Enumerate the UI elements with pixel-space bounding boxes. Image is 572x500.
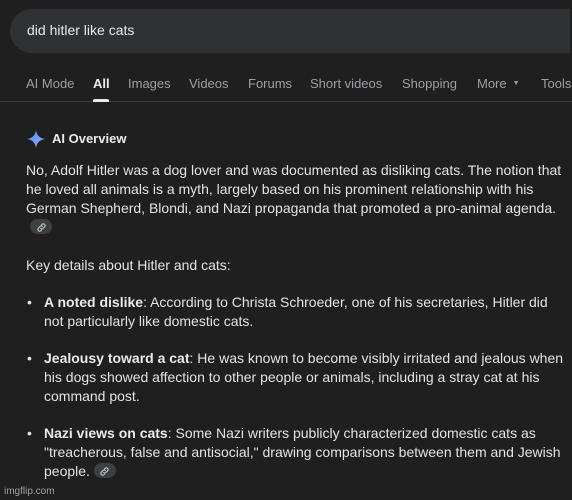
active-tab-indicator	[93, 99, 109, 102]
ai-overview-content: No, Adolf Hitler was a dog lover and was…	[26, 161, 566, 499]
list-item: • Jealousy toward a cat: He was known to …	[26, 349, 566, 406]
tab-short-videos[interactable]: Short videos	[310, 76, 382, 91]
search-tabs: AI Mode All Images Videos Forums Short v…	[0, 64, 572, 102]
bullet-dot: •	[27, 294, 32, 310]
key-details-list: • A noted dislike: According to Christa S…	[26, 293, 566, 481]
tab-videos[interactable]: Videos	[189, 76, 229, 91]
gemini-sparkle-icon	[26, 129, 46, 149]
tab-shopping[interactable]: Shopping	[402, 76, 457, 91]
summary-text: No, Adolf Hitler was a dog lover and was…	[26, 162, 562, 216]
tab-more[interactable]: More ▼	[477, 76, 520, 91]
tab-images[interactable]: Images	[128, 76, 171, 91]
source-link-chip[interactable]	[30, 218, 52, 234]
search-bar[interactable]: did hitler like cats	[10, 9, 570, 53]
list-item-heading: Nazi views on cats	[44, 425, 168, 441]
list-item: • A noted dislike: According to Christa S…	[26, 293, 566, 331]
list-item-heading: A noted dislike	[44, 294, 144, 310]
list-item-heading: Jealousy toward a cat	[44, 350, 190, 366]
bullet-dot: •	[27, 425, 32, 441]
bullet-dot: •	[27, 350, 32, 366]
watermark: imgflip.com	[4, 486, 55, 497]
caret-down-icon: ▼	[512, 80, 520, 88]
tab-more-label: More	[477, 76, 507, 91]
source-link-chip[interactable]	[93, 462, 116, 478]
tab-all[interactable]: All	[93, 76, 110, 91]
link-icon	[100, 467, 110, 476]
link-icon	[36, 223, 46, 232]
tab-tools[interactable]: Tools	[541, 76, 571, 91]
search-input[interactable]: did hitler like cats	[27, 22, 134, 38]
summary-paragraph: No, Adolf Hitler was a dog lover and was…	[26, 161, 566, 237]
tab-forums[interactable]: Forums	[248, 76, 292, 91]
search-results-page: did hitler like cats AI Mode All Images …	[0, 0, 572, 500]
list-item: • Nazi views on cats: Some Nazi writers p…	[26, 424, 566, 481]
ai-overview-title: AI Overview	[52, 131, 127, 146]
tab-ai-mode[interactable]: AI Mode	[26, 76, 74, 91]
key-details-heading: Key details about Hitler and cats:	[26, 257, 231, 273]
